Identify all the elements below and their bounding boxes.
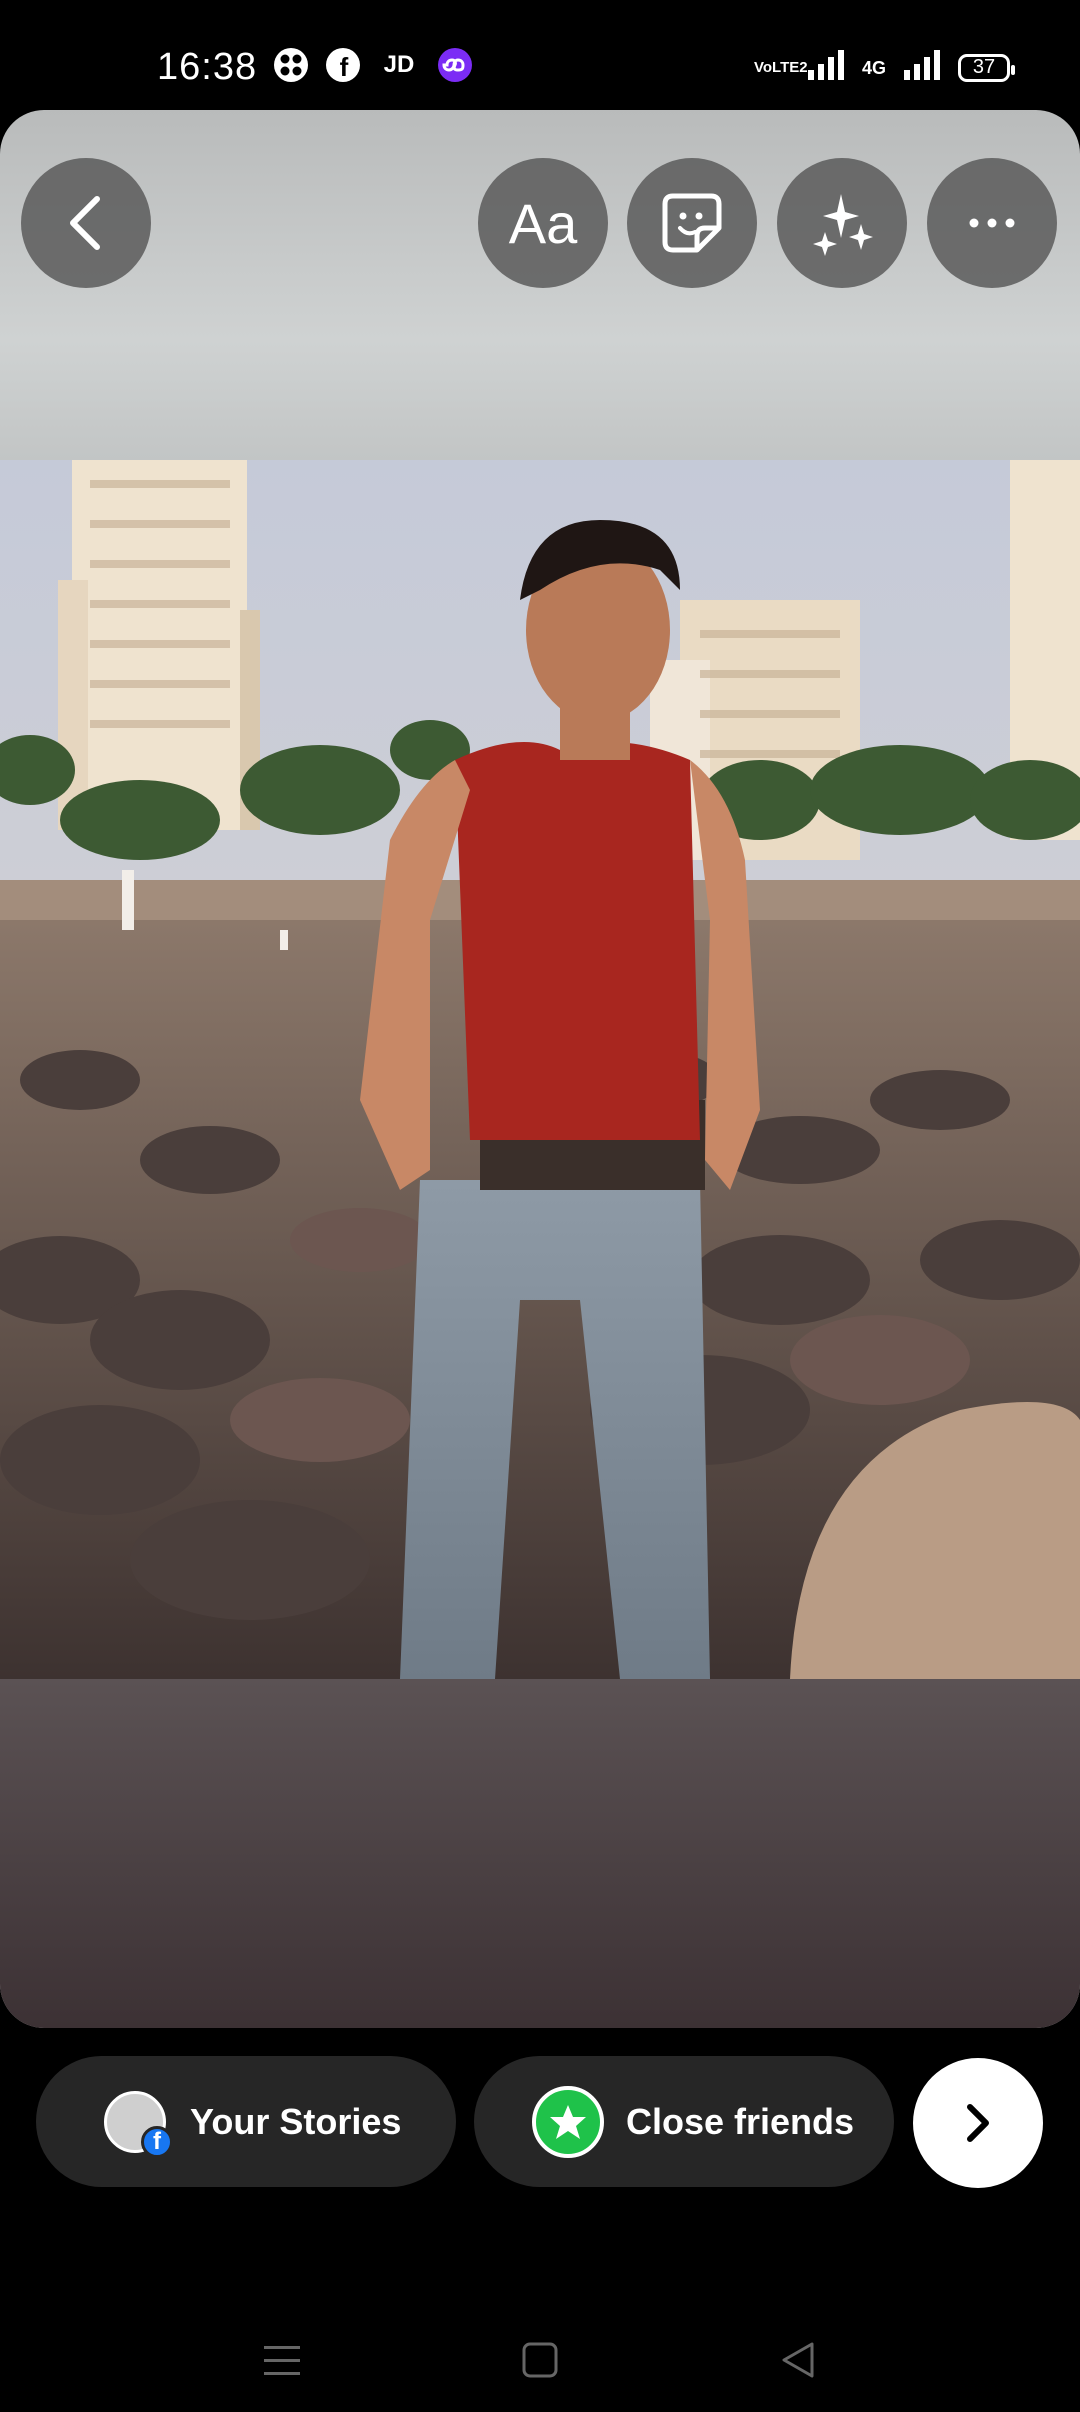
chevron-right-icon bbox=[967, 2104, 989, 2142]
menu-icon bbox=[264, 2346, 300, 2375]
your-stories-label: Your Stories bbox=[190, 2100, 402, 2142]
link-icon bbox=[436, 46, 474, 84]
avatar: f bbox=[104, 2090, 173, 2158]
effects-button[interactable] bbox=[777, 158, 907, 288]
back-triangle-icon bbox=[782, 2342, 814, 2378]
signal-icon-2 bbox=[902, 48, 942, 87]
more-icon bbox=[969, 218, 1015, 228]
back-nav-button[interactable] bbox=[768, 2330, 828, 2390]
sparkles-icon bbox=[813, 194, 873, 256]
status-bar: 16:38 f JD VoLTE2 4G 37 bbox=[0, 0, 1080, 110]
close-friends-button[interactable]: Close friends bbox=[474, 2056, 894, 2187]
battery-indicator: 37 bbox=[958, 53, 1015, 82]
story-canvas[interactable]: Aa bbox=[0, 110, 1080, 2028]
status-time: 16:38 bbox=[157, 46, 258, 88]
jd-icon: JD bbox=[383, 51, 415, 78]
svg-text:f: f bbox=[340, 52, 349, 82]
volte-label: VoLTE2 bbox=[753, 58, 808, 76]
status-system-icons: VoLTE2 4G 37 bbox=[753, 48, 1015, 87]
facebook-badge-icon: f bbox=[141, 2125, 173, 2158]
app-icon bbox=[272, 46, 310, 84]
system-navigation-bar bbox=[0, 2300, 1080, 2412]
back-button[interactable] bbox=[21, 158, 151, 288]
4g-label: 4G bbox=[861, 57, 886, 78]
recent-apps-button[interactable] bbox=[252, 2330, 312, 2390]
chevron-left-icon bbox=[70, 196, 100, 250]
signal-icon bbox=[806, 48, 846, 87]
home-square-icon bbox=[522, 2342, 558, 2378]
sticker-icon bbox=[662, 193, 722, 253]
text-tool-button[interactable]: Aa bbox=[478, 158, 608, 288]
your-stories-button[interactable]: f Your Stories bbox=[36, 2056, 456, 2187]
home-button[interactable] bbox=[510, 2330, 570, 2390]
sticker-button[interactable] bbox=[627, 158, 757, 288]
story-photo[interactable] bbox=[0, 460, 1080, 1679]
story-background-bottom bbox=[0, 1679, 1080, 2028]
status-notification-icons: f JD bbox=[272, 46, 474, 84]
close-friends-label: Close friends bbox=[626, 2100, 855, 2142]
facebook-icon: f bbox=[324, 46, 362, 84]
next-button[interactable] bbox=[913, 2058, 1043, 2188]
more-options-button[interactable] bbox=[927, 158, 1057, 288]
star-icon bbox=[532, 2085, 604, 2158]
